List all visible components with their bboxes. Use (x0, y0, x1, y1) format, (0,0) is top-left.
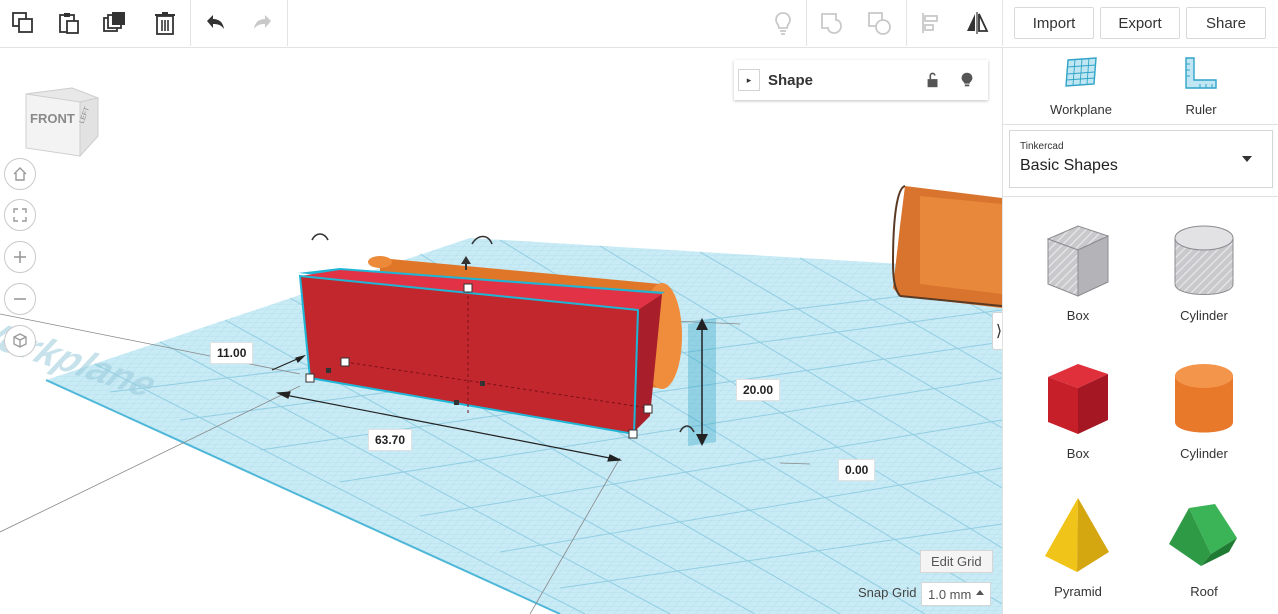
scene-canvas[interactable]: Workplane (0, 48, 1002, 614)
redo-icon (254, 15, 271, 29)
view-cube-front: FRONT (30, 111, 75, 126)
caret-up-icon (976, 590, 984, 595)
home-icon (13, 167, 27, 181)
fit-view-button[interactable] (4, 199, 36, 231)
perspective-button[interactable] (4, 325, 36, 357)
orange-ramp-object[interactable] (891, 185, 1002, 308)
collapse-sidebar-tab[interactable]: ⟩ (992, 312, 1002, 350)
mirror-button[interactable] (954, 0, 1000, 46)
ruler-tool[interactable]: Ruler (1141, 54, 1261, 120)
cylinder-icon (1175, 364, 1233, 433)
workplane-icon (1065, 57, 1097, 87)
align-icon (922, 13, 938, 33)
shape-label: Cylinder (1180, 308, 1228, 323)
lightbulb-icon (775, 12, 791, 35)
shape-pyramid[interactable]: Pyramid (1023, 490, 1133, 610)
shape-label: Box (1066, 308, 1090, 323)
snap-grid-label: Snap Grid (858, 585, 917, 600)
undo-icon (207, 15, 224, 29)
library-name: Basic Shapes (1020, 157, 1118, 174)
shape-label: Box (1066, 446, 1090, 461)
snap-grid-value: 1.0 mm (928, 586, 972, 602)
lock-button[interactable] (920, 67, 946, 93)
mirror-icon (967, 12, 989, 34)
duplicate-icon (103, 12, 125, 32)
3d-workspace[interactable]: Workplane FRONT LEFT 11.00 63.70 20.00 0… (0, 48, 1002, 614)
shape-library-select[interactable]: Tinkercad Basic Shapes (1009, 130, 1273, 188)
shape-cylinder-solid[interactable]: Cylinder (1149, 352, 1259, 472)
paste-icon (59, 13, 79, 34)
delete-icon (155, 12, 175, 35)
shape-inspector: ▸ Shape (734, 60, 988, 100)
zoom-in-button[interactable] (4, 241, 36, 273)
shape-box-solid[interactable]: Box (1023, 352, 1133, 472)
export-button[interactable]: Export (1100, 7, 1180, 39)
fit-icon (13, 208, 27, 222)
shape-inspector-title: Shape (768, 71, 814, 89)
shape-label: Cylinder (1180, 446, 1228, 461)
shape-notes-button[interactable] (954, 67, 980, 93)
zoom-in-icon (14, 251, 26, 263)
home-view-button[interactable] (4, 158, 36, 190)
notes-button[interactable] (760, 0, 806, 46)
zoom-out-button[interactable] (4, 283, 36, 315)
box-icon (1048, 364, 1108, 434)
library-provider: Tinkercad (1020, 141, 1064, 152)
group-button[interactable] (808, 0, 854, 46)
copy-icon (12, 12, 33, 33)
box-hole-icon (1046, 225, 1110, 297)
roof-icon (1169, 504, 1237, 566)
view-cube[interactable]: FRONT LEFT (20, 78, 100, 158)
zoom-out-icon (14, 298, 26, 300)
perspective-icon (13, 333, 27, 348)
chevron-down-icon (1242, 156, 1252, 162)
pyramid-icon (1045, 498, 1109, 572)
undo-button[interactable] (192, 0, 238, 46)
ruler-icon (1185, 57, 1217, 89)
ungroup-button[interactable] (856, 0, 902, 46)
height-dimension-label[interactable]: 20.00 (736, 379, 781, 401)
shape-cylinder-hole[interactable]: Cylinder (1149, 214, 1259, 334)
shape-expand-button[interactable]: ▸ (738, 69, 760, 91)
workplane-tool-label: Workplane (1050, 102, 1112, 117)
shape-label: Roof (1190, 584, 1218, 599)
ruler-tool-label: Ruler (1185, 102, 1217, 117)
lock-icon (927, 72, 938, 88)
copy-button[interactable] (0, 0, 46, 46)
lightbulb-icon (961, 72, 973, 87)
align-button[interactable] (908, 0, 954, 46)
ungroup-icon (868, 12, 891, 35)
import-button[interactable]: Import (1014, 7, 1094, 39)
redo-button[interactable] (240, 0, 286, 46)
paste-button[interactable] (46, 0, 92, 46)
group-icon (821, 13, 842, 34)
share-button[interactable]: Share (1186, 7, 1266, 39)
delete-button[interactable] (142, 0, 188, 46)
snap-grid-select[interactable]: 1.0 mm (921, 582, 991, 606)
elevation-dimension-label[interactable]: 0.00 (838, 459, 876, 481)
shape-box-hole[interactable]: Box (1023, 214, 1133, 334)
shape-roof[interactable]: Roof (1149, 490, 1259, 610)
shape-label: Pyramid (1054, 584, 1102, 599)
duplicate-button[interactable] (92, 0, 138, 46)
right-sidebar: Workplane Ruler Tinkercad Basic Shapes B… (1002, 48, 1278, 614)
width-dimension-label[interactable]: 63.70 (368, 429, 413, 451)
workplane-tool[interactable]: Workplane (1021, 54, 1141, 120)
depth-dimension-label[interactable]: 11.00 (210, 342, 254, 364)
edit-grid-button[interactable]: Edit Grid (920, 550, 993, 573)
top-toolbar: Import Export Share (0, 0, 1278, 48)
cylinder-hole-icon (1174, 225, 1234, 295)
height-indicator[interactable] (688, 318, 716, 446)
